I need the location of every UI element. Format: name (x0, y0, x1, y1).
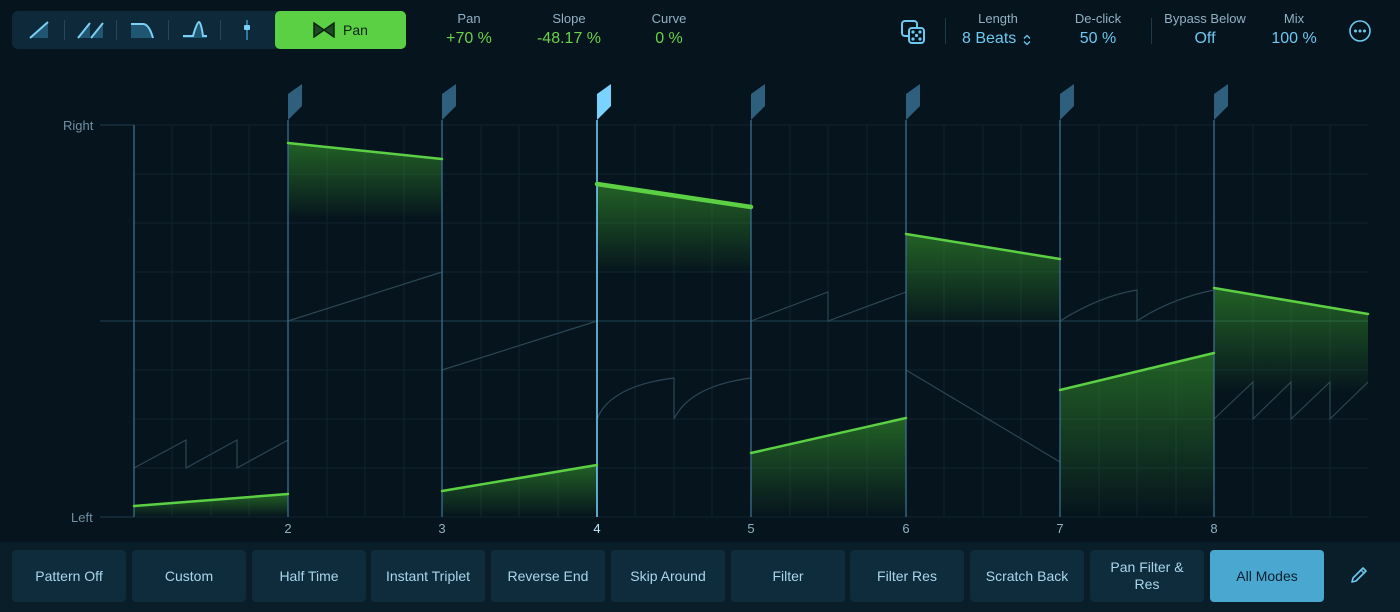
step-sequencer-graph[interactable]: Right Left 2 3 4 5 6 7 8 (0, 64, 1400, 542)
mode-all-modes-button[interactable]: All Modes (1210, 550, 1324, 602)
separator (945, 18, 946, 44)
mode-instant-triplet-button[interactable]: Instant Triplet (371, 550, 485, 602)
mode-filter-button[interactable]: Filter (731, 550, 845, 602)
ramp-shape-button[interactable] (14, 11, 64, 49)
double-ramp-shape-icon (77, 22, 104, 39)
beat-label: 3 (438, 521, 446, 536)
ramp-shape-icon (29, 21, 49, 39)
mode-skip-around-button[interactable]: Skip Around (611, 550, 725, 602)
step-7-fill (1060, 353, 1214, 517)
shape-separator (64, 20, 65, 40)
mode-filter-res-button[interactable]: Filter Res (850, 550, 964, 602)
curve-param-value[interactable]: 0 % (636, 28, 702, 50)
beat-label: 5 (747, 521, 755, 536)
lowpass-shape-button[interactable] (118, 11, 168, 49)
beat-flags[interactable] (288, 84, 1228, 120)
step-8-fill (1214, 288, 1368, 394)
pan-bowtie-icon (313, 22, 335, 38)
double-ramp-shape-button[interactable] (66, 11, 116, 49)
shape-separator (168, 20, 169, 40)
bypass-param-label: Bypass Below (1164, 11, 1246, 26)
bypass-param[interactable]: Bypass Below Off (1158, 11, 1252, 50)
top-toolbar: Pan Pan +70 % Slope -48.17 % Curve 0 % L… (0, 0, 1400, 64)
pan-param-value[interactable]: +70 % (435, 28, 503, 50)
curve-param[interactable]: Curve 0 % (636, 11, 702, 50)
length-param-label: Length (978, 11, 1018, 26)
fader-shape-icon (244, 20, 250, 40)
beat-7-flag[interactable] (1060, 84, 1074, 120)
step-2-fill (288, 143, 442, 219)
separator (1151, 18, 1152, 44)
shape-separator (220, 20, 221, 40)
stepper-icon[interactable] (1022, 34, 1032, 46)
more-options-icon (1349, 20, 1371, 42)
mode-custom-button[interactable]: Custom (132, 550, 246, 602)
beat-label: 8 (1210, 521, 1218, 536)
pan-button[interactable]: Pan (275, 11, 406, 49)
lowpass-shape-icon (131, 23, 154, 39)
bypass-param-value[interactable]: Off (1158, 28, 1252, 50)
step-6-fill (906, 234, 1060, 329)
randomize-button[interactable] (900, 19, 926, 45)
slope-param-label: Slope (552, 11, 586, 26)
beat-label: 6 (902, 521, 910, 536)
y-axis-top-label: Right (63, 118, 94, 133)
pan-param[interactable]: Pan +70 % (435, 11, 503, 50)
mode-pan-filter-res-button[interactable]: Pan Filter & Res (1090, 550, 1204, 602)
beat-label: 7 (1056, 521, 1064, 536)
peak-shape-button[interactable] (170, 11, 220, 49)
declick-param-value[interactable]: 50 % (1062, 28, 1134, 50)
beat-6-flag[interactable] (906, 84, 920, 120)
beat-label: 2 (284, 521, 292, 536)
more-options-button[interactable] (1348, 19, 1372, 43)
mix-param-label: Mix (1283, 11, 1305, 26)
mode-half-time-button[interactable]: Half Time (252, 550, 366, 602)
y-axis-bottom-label: Left (71, 510, 93, 525)
pattern-mode-bar: Pattern Off Custom Half Time Instant Tri… (0, 542, 1400, 612)
curve-param-label: Curve (651, 11, 687, 26)
mix-param[interactable]: Mix 100 % (1263, 11, 1325, 50)
peak-shape-icon (183, 20, 207, 38)
shape-selector: Pan (12, 11, 406, 49)
mode-reverse-end-button[interactable]: Reverse End (491, 550, 605, 602)
mode-pattern-off-button[interactable]: Pattern Off (12, 550, 126, 602)
graph-canvas (100, 84, 1370, 518)
declick-param[interactable]: De-click 50 % (1062, 11, 1134, 50)
beat-2-flag[interactable] (288, 84, 302, 120)
slope-param-value[interactable]: -48.17 % (526, 28, 612, 50)
mix-param-value[interactable]: 100 % (1263, 28, 1325, 50)
pan-button-label: Pan (343, 22, 368, 38)
beat-4-flag[interactable] (597, 84, 611, 120)
slope-param[interactable]: Slope -48.17 % (526, 11, 612, 50)
beat-label-selected: 4 (593, 521, 601, 536)
beat-8-flag[interactable] (1214, 84, 1228, 120)
mode-scratch-back-button[interactable]: Scratch Back (970, 550, 1084, 602)
fader-shape-button[interactable] (222, 11, 272, 49)
declick-param-label: De-click (1074, 11, 1122, 26)
dice-icon (901, 20, 925, 44)
beat-5-flag[interactable] (751, 84, 765, 120)
edit-pattern-button[interactable] (1348, 564, 1370, 586)
shape-separator (116, 20, 117, 40)
pan-param-label: Pan (457, 11, 481, 26)
pencil-icon (1351, 567, 1367, 583)
beat-3-flag[interactable] (442, 84, 456, 120)
